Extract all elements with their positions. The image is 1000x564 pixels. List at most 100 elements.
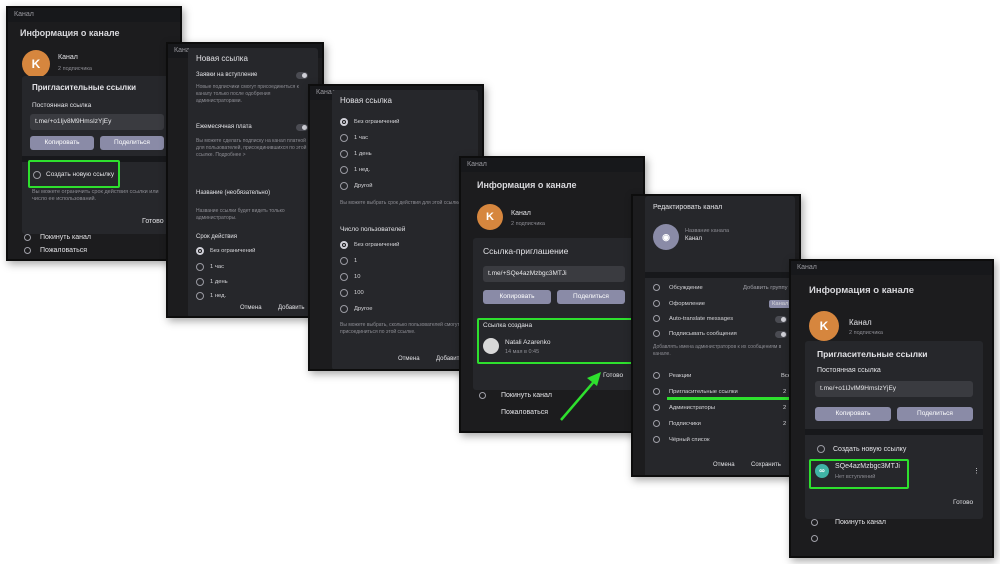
invite-links-count: 2: [783, 389, 787, 395]
leave-channel-label[interactable]: Покинуть канал: [40, 234, 91, 241]
appearance-item[interactable]: Оформление: [669, 301, 705, 307]
avatar: K: [809, 311, 839, 341]
link-text: t.me/+SQe4azMzbgc3MTJi: [488, 270, 567, 277]
admins-icon: [653, 404, 660, 411]
monthly-fee-toggle[interactable]: [296, 124, 308, 131]
signature-icon: [653, 330, 660, 337]
dialog-title: Редактировать канал: [653, 204, 723, 211]
highlight-link-created: [477, 318, 633, 364]
screenshot-link-created: Канал Информация о канале K Канал 2 подп…: [459, 156, 645, 433]
radio-users-10[interactable]: [340, 273, 348, 281]
camera-icon[interactable]: ◉: [653, 224, 679, 250]
radio-1-hour[interactable]: [196, 263, 204, 271]
option-unlimited: Без ограничений: [210, 248, 256, 254]
translate-icon: [653, 315, 660, 322]
join-requests-toggle[interactable]: [296, 72, 308, 79]
appearance-icon: [653, 300, 660, 307]
radio-duration-1-hour[interactable]: [340, 134, 348, 142]
radio-users-unlimited[interactable]: [340, 241, 348, 249]
dialog-title: Ссылка-приглашение: [483, 246, 569, 256]
radio-unlimited[interactable]: [196, 247, 204, 255]
blacklist-item[interactable]: Чёрный список: [669, 437, 710, 443]
users-limit-label: Число пользователей: [340, 226, 406, 233]
admins-item[interactable]: Администраторы: [669, 405, 715, 411]
users-option-3: 100: [354, 290, 364, 296]
subscriber-count: 2 подписчика: [58, 66, 92, 72]
add-button[interactable]: Добавить: [278, 305, 305, 311]
copy-label: Копировать: [835, 410, 871, 417]
copy-label: Копировать: [44, 139, 80, 146]
radio-duration-unlimited[interactable]: [340, 118, 348, 126]
invite-links-item[interactable]: Пригласительные ссылки: [669, 389, 738, 395]
cancel-button[interactable]: Отмена: [713, 462, 735, 468]
link-name-field[interactable]: Название (необязательно): [196, 190, 270, 196]
report-label[interactable]: Пожаловаться: [40, 247, 87, 254]
copy-button[interactable]: Копировать: [815, 407, 891, 421]
duration-option-2: 1 день: [354, 151, 372, 157]
page-title: Информация о канале: [20, 28, 120, 38]
radio-duration-other[interactable]: [340, 182, 348, 190]
subscribers-count: 2: [783, 421, 787, 427]
reactions-item[interactable]: Реакции: [669, 373, 691, 379]
cancel-button[interactable]: Отмена: [398, 356, 420, 362]
link-icon: [653, 388, 660, 395]
invite-links-dialog: Пригласительные ссылки Постоянная ссылка…: [805, 341, 983, 519]
permanent-link-field[interactable]: t.me/+o1IJvlM9HmsIzYjEy: [815, 381, 973, 397]
channel-name-input[interactable]: Канал: [685, 236, 702, 242]
create-new-link-button[interactable]: Создать новую ссылку: [833, 446, 906, 453]
permanent-link-field[interactable]: t.me/+o1Ijv8M9HmsIzYjEy: [30, 114, 164, 130]
leave-icon: [811, 519, 818, 526]
cancel-button[interactable]: Отмена: [240, 305, 262, 311]
create-link-hint: Вы можете ограничить срок действия ссылк…: [32, 189, 159, 203]
permanent-link-label: Постоянная ссылка: [817, 367, 881, 374]
radio-users-other[interactable]: [340, 305, 348, 313]
invite-link-field[interactable]: t.me/+SQe4azMzbgc3MTJi: [483, 266, 625, 282]
done-button[interactable]: Готово: [142, 218, 164, 225]
screenshot-edit-channel: Редактировать канал ◉ Название канала Ка…: [631, 194, 801, 477]
page-title: Информация о канале: [809, 285, 914, 296]
duration-option-4: Другой: [354, 183, 373, 189]
dialog-title: Новая ссылка: [340, 96, 392, 105]
discussion-item[interactable]: Обсуждение: [669, 285, 703, 291]
plus-circle-icon: [817, 445, 825, 453]
radio-duration-1-day[interactable]: [340, 150, 348, 158]
radio-1-week[interactable]: [196, 292, 204, 300]
copy-button[interactable]: Копировать: [30, 136, 94, 150]
copy-label: Копировать: [499, 293, 535, 300]
share-button[interactable]: Поделиться: [897, 407, 973, 421]
leave-channel-label[interactable]: Покинуть канал: [501, 392, 552, 399]
screenshot-invite-links-updated: Канал Информация о канале K Канал 2 подп…: [789, 259, 994, 558]
radio-users-1[interactable]: [340, 257, 348, 265]
copy-button[interactable]: Копировать: [483, 290, 551, 304]
monthly-fee-label: Ежемесячная плата: [196, 124, 252, 130]
share-label: Поделиться: [917, 410, 953, 417]
radio-duration-1-week[interactable]: [340, 166, 348, 174]
more-options-icon[interactable]: ⋮: [973, 467, 980, 475]
option-1-day: 1 день: [210, 279, 228, 285]
highlight-create-new-link: [28, 160, 120, 188]
blacklist-icon: [653, 436, 660, 443]
done-button[interactable]: Готово: [953, 499, 973, 506]
users-option-1: 1: [354, 258, 358, 264]
radio-1-day[interactable]: [196, 278, 204, 286]
share-button[interactable]: Поделиться: [100, 136, 164, 150]
users-option-0: Без ограничений: [354, 242, 400, 248]
option-1-hour: 1 час: [210, 264, 224, 270]
save-button[interactable]: Сохранить: [751, 462, 781, 468]
subscribers-item[interactable]: Подписчики: [669, 421, 701, 427]
screenshot-new-link-form: Канал Новая ссылка Заявки на вступление …: [166, 42, 324, 318]
dialog-title: Новая ссылка: [196, 54, 248, 63]
sign-messages-toggle[interactable]: [775, 331, 787, 338]
report-icon: [24, 247, 31, 254]
leave-icon: [479, 392, 486, 399]
leave-channel-label[interactable]: Покинуть канал: [835, 519, 886, 526]
report-icon: [811, 535, 818, 542]
monthly-fee-hint: Вы можете сделать подписку на канал плат…: [196, 138, 307, 158]
permanent-link-label: Постоянная ссылка: [32, 102, 92, 109]
report-label[interactable]: Пожаловаться: [501, 409, 548, 416]
share-button[interactable]: Поделиться: [557, 290, 625, 304]
page-title: Информация о канале: [477, 180, 577, 190]
radio-users-100[interactable]: [340, 289, 348, 297]
auto-translate-toggle[interactable]: [775, 316, 787, 323]
highlight-underline-invite-links: [667, 397, 799, 400]
